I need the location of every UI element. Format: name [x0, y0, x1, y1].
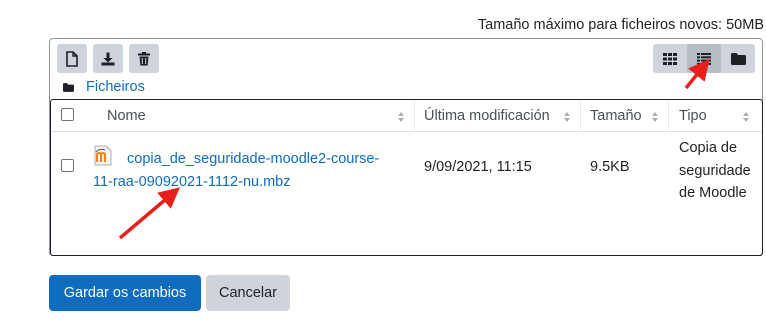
file-manager: Ficheiros Nome Última modificación Tamañ… [49, 38, 763, 256]
sort-modified-icon[interactable] [563, 111, 571, 123]
file-name-line[interactable]: 11-raa-09092021-1112-nu.mbz [93, 171, 379, 194]
sort-type-icon[interactable] [742, 111, 750, 123]
download-button[interactable] [93, 44, 123, 73]
folder-icon [63, 82, 74, 92]
file-type-line: seguridade [679, 162, 751, 179]
file-name-link[interactable]: copia_de_seguridade-moodle2-course- 11-r… [93, 148, 379, 194]
table-header: Nome Última modificación Tamaño Tipo [51, 100, 762, 132]
column-separator [414, 100, 415, 132]
file-table: Nome Última modificación Tamaño Tipo cop… [50, 99, 763, 256]
breadcrumb: Ficheiros [63, 79, 145, 95]
file-type: Copia de seguridade de Moodle [679, 137, 751, 205]
save-changes-button[interactable]: Gardar os cambios [49, 275, 201, 311]
view-list-button[interactable] [687, 44, 721, 73]
header-modified[interactable]: Última modificación [424, 108, 550, 124]
cancel-button[interactable]: Cancelar [206, 275, 290, 311]
header-name[interactable]: Nome [107, 108, 146, 124]
sort-name-icon[interactable] [397, 111, 405, 123]
row-checkbox[interactable] [61, 159, 74, 172]
sort-size-icon[interactable] [651, 111, 659, 123]
file-type-line: de Moodle [679, 185, 747, 201]
breadcrumb-files-link[interactable]: Ficheiros [86, 79, 145, 95]
max-file-size-note: Tamaño máximo para ficheiros novos: 50MB [477, 17, 764, 33]
file-type-line: Copia de [679, 140, 738, 156]
column-separator [580, 100, 581, 132]
grid-icon [663, 52, 677, 65]
column-separator [668, 100, 669, 132]
file-icon [66, 50, 78, 67]
folder-tree-icon [730, 52, 746, 65]
delete-button[interactable] [129, 44, 159, 73]
list-icon [697, 52, 711, 65]
trash-icon [138, 51, 150, 65]
create-file-button[interactable] [57, 44, 87, 73]
download-icon [101, 52, 115, 65]
select-all-checkbox[interactable] [61, 108, 74, 121]
header-type[interactable]: Tipo [679, 108, 707, 124]
view-mode-group [653, 44, 755, 73]
header-size[interactable]: Tamaño [590, 108, 642, 124]
view-tree-button[interactable] [721, 44, 755, 73]
moodle-backup-icon [94, 145, 112, 166]
modified-date: 9/09/2021, 11:15 [424, 159, 532, 175]
file-size: 9.5KB [590, 159, 630, 175]
file-name-line[interactable]: copia_de_seguridade-moodle2-course- [127, 148, 379, 171]
view-icons-button[interactable] [653, 44, 687, 73]
